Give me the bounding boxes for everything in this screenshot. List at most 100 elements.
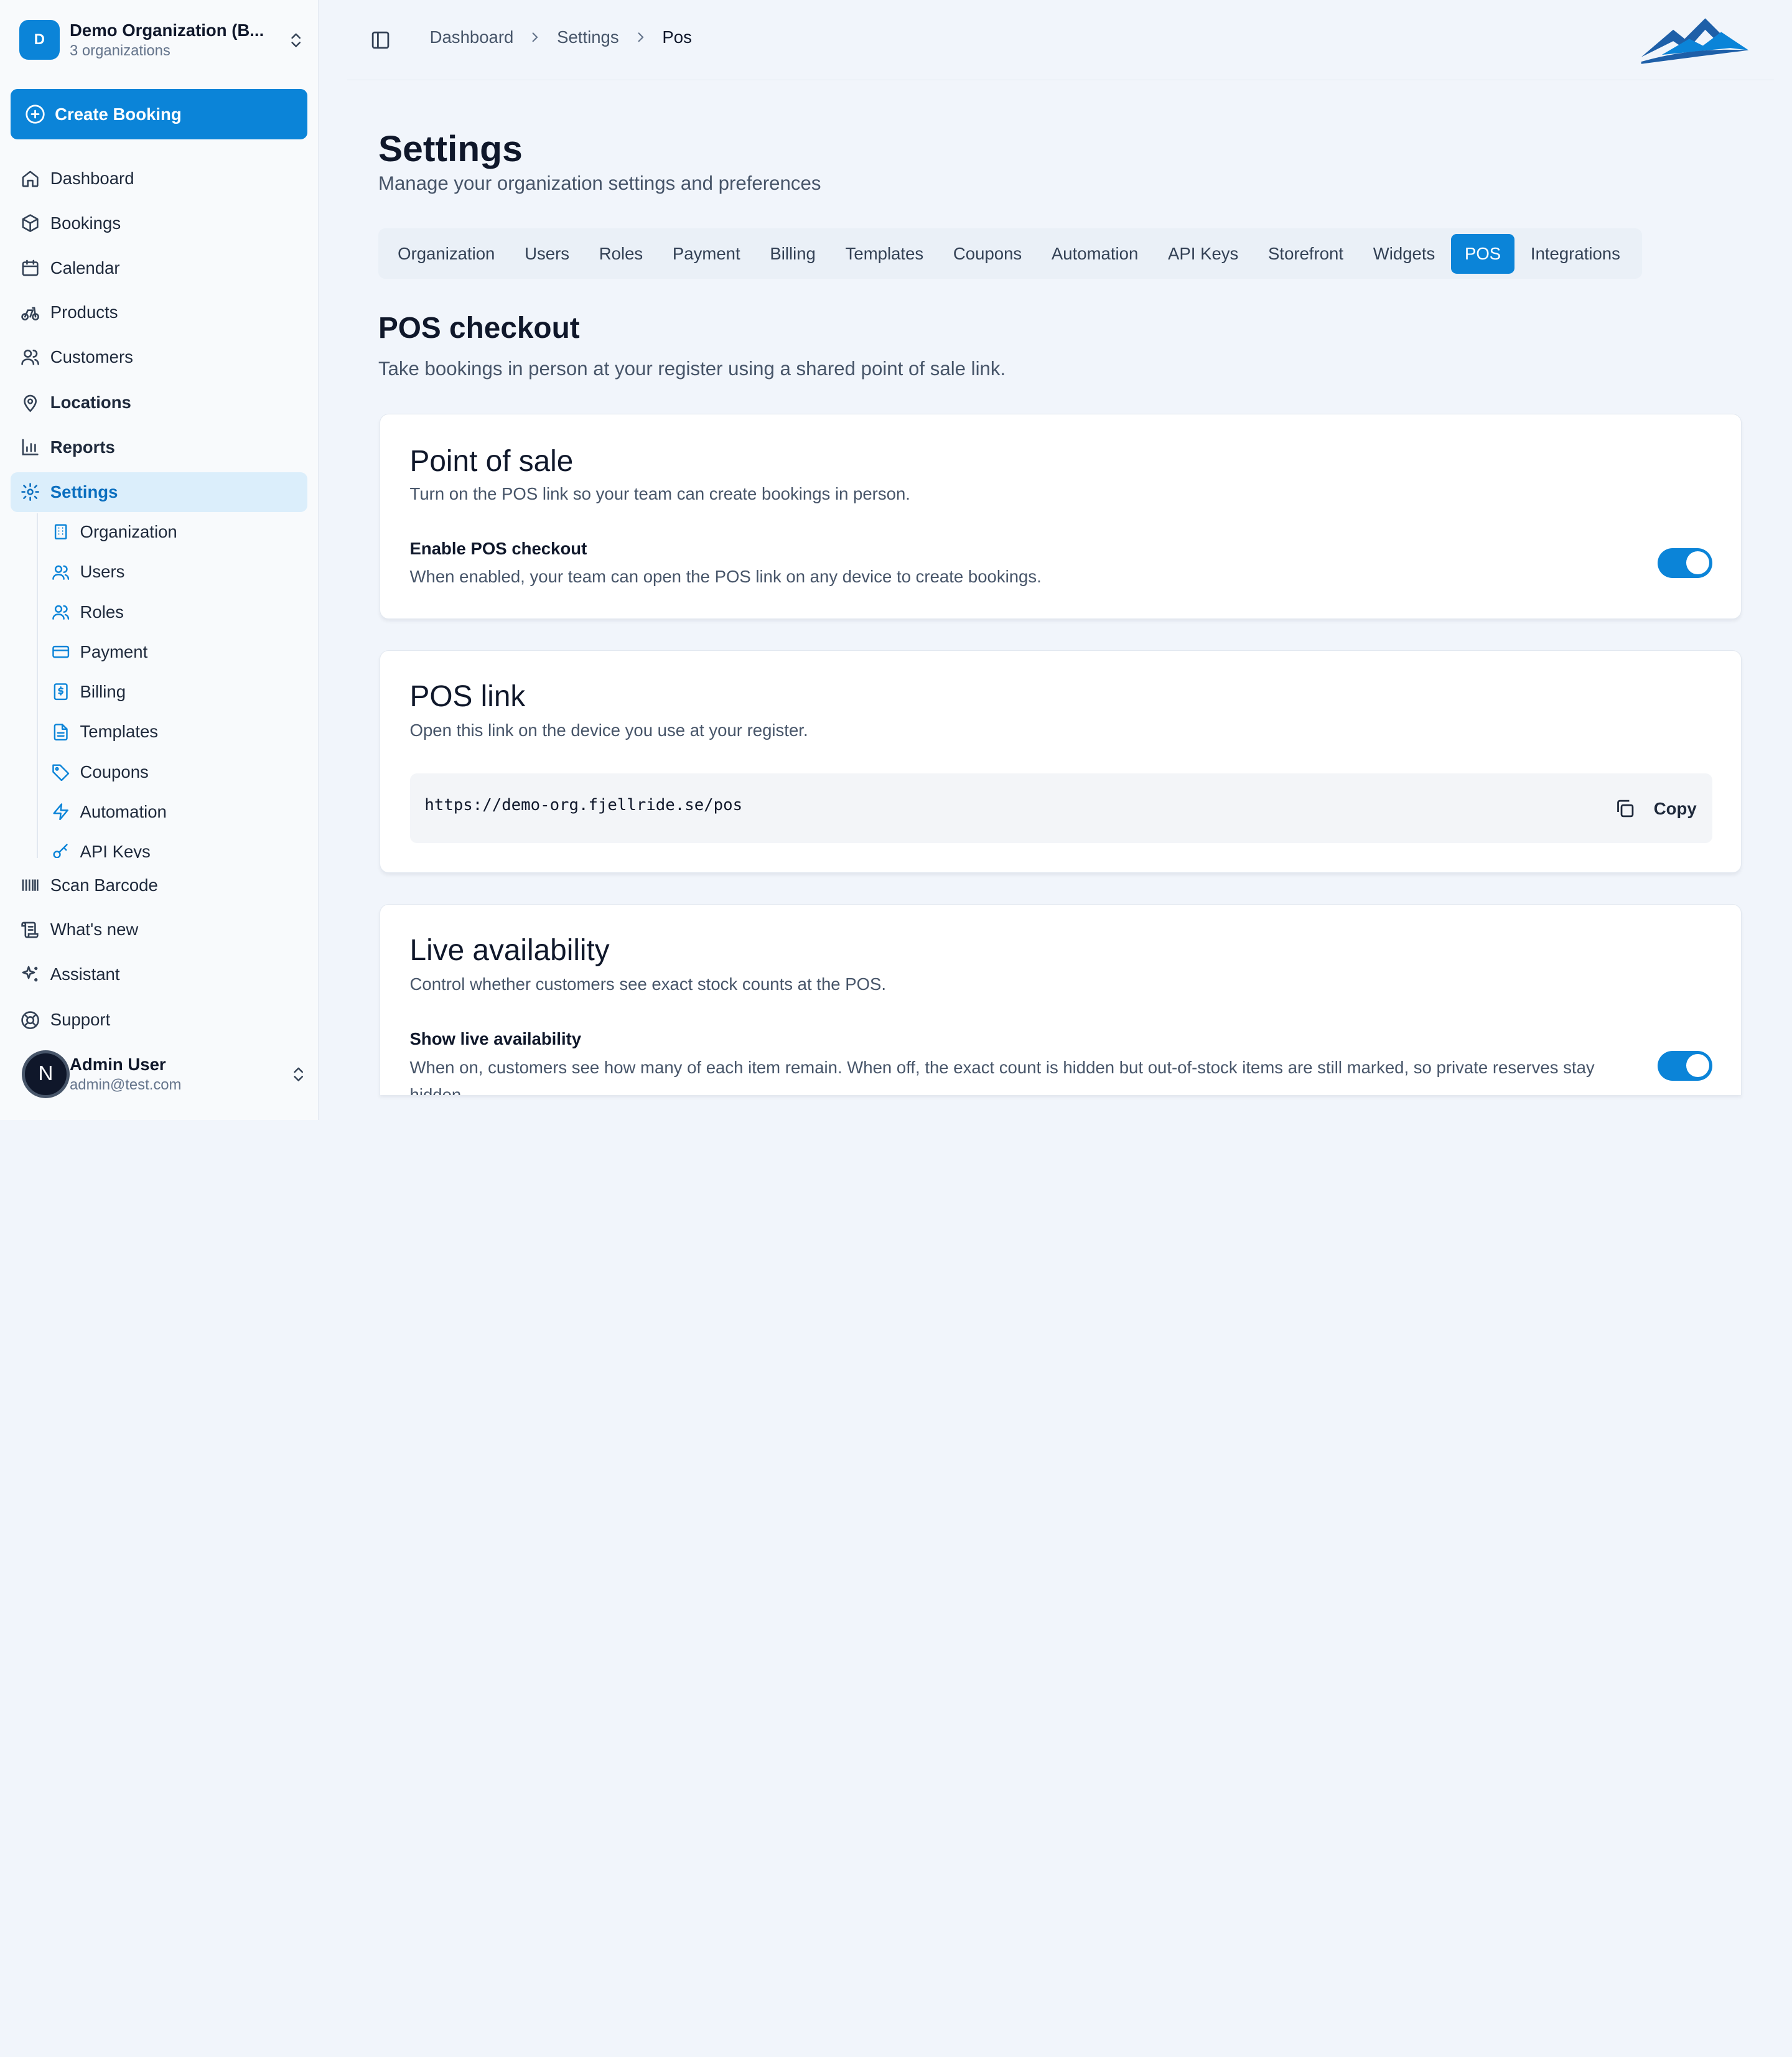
- sidebar-item-customers[interactable]: Customers: [11, 337, 308, 377]
- zap-icon: [53, 803, 68, 821]
- subnav-label: Templates: [80, 722, 159, 742]
- tab-users[interactable]: Users: [511, 234, 583, 274]
- sidebar-item-bookings[interactable]: Bookings: [11, 203, 308, 243]
- subnav-item-organization[interactable]: Organization: [52, 513, 177, 551]
- subnav-item-coupons[interactable]: Coupons: [52, 753, 149, 791]
- breadcrumb-dashboard[interactable]: Dashboard: [430, 27, 514, 47]
- tab-automation[interactable]: Automation: [1038, 234, 1152, 274]
- subnav-label: Billing: [80, 682, 126, 702]
- breadcrumb-current: Pos: [662, 27, 692, 47]
- subnav-label: Users: [80, 562, 125, 582]
- sidebar-item-calendar[interactable]: Calendar: [11, 248, 308, 288]
- breadcrumb-settings[interactable]: Settings: [557, 27, 619, 47]
- users-icon: [52, 565, 69, 580]
- top-bar: Dashboard Settings Pos: [347, 0, 1774, 80]
- tab-widgets[interactable]: Widgets: [1360, 234, 1449, 274]
- show-availability-label: Show live availability: [409, 1029, 582, 1049]
- gear-icon: [21, 483, 39, 501]
- tab-templates[interactable]: Templates: [832, 234, 938, 274]
- create-booking-button[interactable]: Create Booking: [10, 89, 308, 140]
- tab-pos[interactable]: POS: [1450, 233, 1515, 274]
- package-icon: [22, 214, 39, 233]
- sidebar-item-whats-new[interactable]: What's new: [11, 910, 308, 949]
- card-description: Open this link on the device you use at …: [409, 721, 808, 740]
- sidebar-item-locations[interactable]: Locations: [11, 383, 308, 422]
- enable-pos-toggle[interactable]: [1658, 548, 1713, 578]
- subnav-item-payment[interactable]: Payment: [52, 633, 148, 671]
- sidebar-item-label: Locations: [50, 393, 131, 413]
- avatar: N: [21, 1050, 70, 1099]
- user-email: admin@test.com: [70, 1076, 182, 1093]
- sidebar-item-scan-barcode[interactable]: Scan Barcode: [11, 865, 308, 905]
- enable-pos-label: Enable POS checkout: [409, 539, 587, 559]
- point-of-sale-card: Point of sale Turn on the POS link so yo…: [379, 413, 1742, 620]
- pos-link-url[interactable]: https://demo-org.fjellride.se/pos: [424, 796, 742, 814]
- tab-payment[interactable]: Payment: [659, 234, 754, 274]
- show-availability-help: When on, customers see how many of each …: [409, 1058, 1595, 1094]
- copy-button[interactable]: Copy: [1615, 791, 1697, 826]
- key-icon: [53, 843, 68, 859]
- subnav-label: Roles: [80, 602, 124, 622]
- sidebar-item-assistant[interactable]: Assistant: [11, 954, 308, 994]
- card-description: Control whether customers see exact stoc…: [409, 974, 887, 994]
- sidebar-item-settings[interactable]: Settings: [10, 472, 308, 512]
- sidebar-item-label: What's new: [50, 920, 139, 940]
- create-booking-label: Create Booking: [55, 104, 182, 124]
- sidebar-item-reports[interactable]: Reports: [11, 427, 308, 467]
- card-title: Point of sale: [409, 444, 574, 478]
- subnav-label: Payment: [80, 641, 148, 661]
- chevrons-up-down-icon: [291, 33, 301, 47]
- subnav-item-roles[interactable]: Roles: [52, 593, 124, 631]
- page-title: Settings: [378, 128, 523, 169]
- card-description: Turn on the POS link so your team can cr…: [409, 483, 910, 503]
- tab-storefront[interactable]: Storefront: [1254, 234, 1357, 274]
- subnav-item-automation[interactable]: Automation: [52, 793, 167, 831]
- home-icon: [22, 170, 39, 187]
- tab-coupons[interactable]: Coupons: [940, 234, 1035, 274]
- receipt-dollar-icon: [54, 683, 68, 701]
- subnav-item-api-keys[interactable]: API Keys: [52, 833, 151, 858]
- sidebar-item-label: Settings: [50, 482, 118, 501]
- page-subtitle: Manage your organization settings and pr…: [378, 172, 821, 195]
- credit-card-icon: [52, 646, 69, 658]
- enable-pos-help: When enabled, your team can open the POS…: [409, 566, 1042, 586]
- mountain-logo: [1641, 18, 1749, 64]
- calendar-icon: [22, 259, 39, 276]
- breadcrumb: Dashboard Settings Pos: [430, 27, 692, 47]
- bar-chart-icon: [22, 439, 39, 456]
- tag-icon: [52, 764, 69, 781]
- subnav-item-billing[interactable]: Billing: [52, 673, 126, 711]
- file-text-icon: [54, 723, 68, 740]
- barcode-icon: [22, 879, 39, 891]
- subnav-item-users[interactable]: Users: [52, 553, 125, 591]
- sidebar-item-label: Support: [50, 1010, 111, 1030]
- tab-integrations[interactable]: Integrations: [1517, 234, 1634, 274]
- tab-roles[interactable]: Roles: [586, 234, 657, 274]
- users-icon: [21, 350, 39, 365]
- pos-link-card: POS link Open this link on the device yo…: [379, 650, 1742, 874]
- sparkles-icon: [22, 966, 38, 982]
- sidebar-item-label: Customers: [50, 347, 133, 366]
- subnav-divider: [36, 513, 38, 859]
- sidebar-item-label: Reports: [50, 437, 115, 457]
- scroll-icon: [21, 921, 39, 938]
- sidebar-item-products[interactable]: Products: [11, 292, 308, 332]
- sidebar-item-dashboard[interactable]: Dashboard: [11, 159, 308, 198]
- section-title: POS checkout: [378, 311, 580, 345]
- tab-organization[interactable]: Organization: [384, 234, 508, 274]
- copy-label: Copy: [1653, 798, 1697, 818]
- copy-icon: [1617, 800, 1634, 818]
- org-switcher[interactable]: D Demo Organization (B... 3 organization…: [19, 18, 305, 62]
- sidebar-toggle-icon[interactable]: [370, 30, 391, 50]
- tab-api-keys[interactable]: API Keys: [1154, 234, 1252, 274]
- org-count: 3 organizations: [70, 42, 170, 60]
- toggle-knob: [1686, 551, 1709, 574]
- org-text: Demo Organization (B... 3 organizations: [70, 20, 280, 60]
- settings-tabs: Organization Users Roles Payment Billing…: [378, 228, 1642, 279]
- user-name: Admin User: [70, 1055, 166, 1075]
- sidebar-item-support[interactable]: Support: [11, 1000, 308, 1040]
- user-menu[interactable]: N Admin User admin@test.com: [21, 1048, 307, 1100]
- show-availability-toggle[interactable]: [1658, 1050, 1713, 1081]
- subnav-item-templates[interactable]: Templates: [52, 713, 158, 751]
- tab-billing[interactable]: Billing: [756, 234, 829, 274]
